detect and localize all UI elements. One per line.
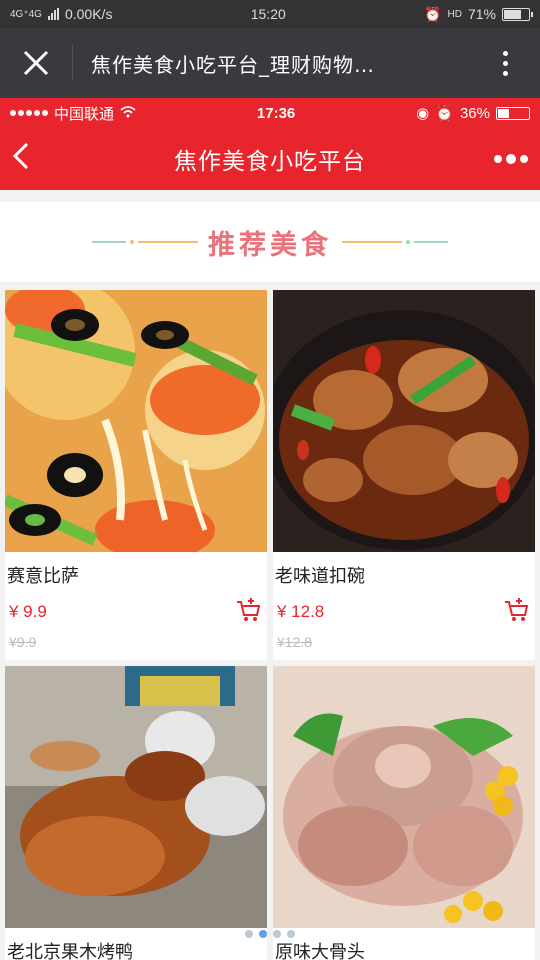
section-title: 推荐美食 — [208, 229, 332, 261]
inner-alarm-icon: ⏰ — [435, 105, 454, 122]
lock-rotation-icon: ◉ — [416, 105, 430, 122]
battery-icon — [501, 7, 533, 21]
signal-icon — [47, 8, 59, 20]
wechat-browser-bar: 焦作美食小吃平台_理财购物… — [0, 28, 540, 98]
original-price: ¥12.8 — [277, 634, 313, 650]
product-card[interactable]: 老北京果木烤鸭 — [5, 666, 267, 960]
price-row: ¥ 12.8 — [273, 590, 535, 628]
cart-add-icon — [237, 598, 261, 621]
product-image-braised-bowl[interactable] — [273, 290, 535, 552]
carousel-dot[interactable] — [273, 930, 281, 938]
outer-status-bar: 4G⁺4G 0.00K/s 15:20 ⏰ HD 71% — [0, 0, 540, 28]
carousel-dot[interactable] — [287, 930, 295, 938]
back-button[interactable] — [12, 142, 52, 176]
close-icon — [23, 50, 49, 76]
add-to-cart-button[interactable] — [503, 596, 531, 628]
wifi-icon — [120, 105, 136, 122]
product-name: 老味道扣碗 — [275, 566, 365, 587]
web-page: 中国联通 17:36 ◉ ⏰ 36% 焦作美食小吃平台 推荐美食 赛意比萨 ¥ … — [0, 98, 540, 960]
app-nav-bar: 焦作美食小吃平台 — [0, 128, 540, 190]
inner-time: 17:36 — [256, 104, 296, 122]
outer-battery-text: 71% — [467, 6, 496, 22]
nav-more-button[interactable] — [488, 154, 528, 164]
alarm-icon: ⏰ — [424, 5, 442, 22]
browser-page-title: 焦作美食小吃平台_理财购物… — [91, 52, 375, 77]
inner-battery-icon — [495, 106, 530, 120]
outer-time: 15:20 — [250, 6, 286, 22]
carousel-indicator — [0, 930, 540, 938]
network-label: 4G⁺4G — [10, 8, 42, 20]
product-name: 赛意比萨 — [7, 566, 79, 587]
original-price: ¥9.9 — [9, 634, 37, 650]
product-card[interactable]: 老味道扣碗 ¥ 12.8 ¥12.8 — [273, 290, 535, 660]
nav-title: 焦作美食小吃平台 — [174, 149, 366, 175]
carrier-label: 中国联通 — [54, 105, 115, 123]
hd-label: HD — [447, 8, 462, 20]
product-image-roast-duck[interactable] — [5, 666, 267, 928]
product-image-pork-bone[interactable] — [273, 666, 535, 928]
product-card[interactable]: 原味大骨头 — [273, 666, 535, 960]
left-decoration — [92, 240, 198, 244]
product-grid: 赛意比萨 ¥ 9.9 ¥9.9 老味道扣碗 ¥ 12.8 ¥12.8 老北京果木… — [0, 290, 540, 960]
carousel-dot[interactable] — [245, 930, 253, 938]
network-speed: 0.00K/s — [64, 6, 113, 22]
carousel-dot[interactable] — [259, 930, 267, 938]
price-row: ¥ 9.9 — [5, 590, 267, 628]
inner-status-bar: 中国联通 17:36 ◉ ⏰ 36% — [0, 98, 540, 128]
product-price: ¥ 12.8 — [277, 602, 325, 621]
product-card[interactable]: 赛意比萨 ¥ 9.9 ¥9.9 — [5, 290, 267, 660]
more-menu-button[interactable] — [470, 50, 540, 76]
right-decoration — [342, 240, 448, 244]
inner-battery-text: 36% — [459, 104, 490, 122]
add-to-cart-button[interactable] — [235, 596, 263, 628]
product-image-pizza[interactable] — [5, 290, 267, 552]
spacer — [0, 190, 540, 202]
product-price: ¥ 9.9 — [9, 602, 47, 621]
spacer — [0, 282, 540, 290]
signal-dots-icon — [10, 110, 48, 116]
section-header: 推荐美食 — [0, 202, 540, 282]
back-arrow-icon — [12, 142, 29, 170]
cart-add-icon — [505, 598, 529, 621]
close-button[interactable] — [0, 28, 72, 98]
more-vertical-icon — [502, 50, 508, 76]
more-horizontal-icon — [494, 154, 528, 164]
